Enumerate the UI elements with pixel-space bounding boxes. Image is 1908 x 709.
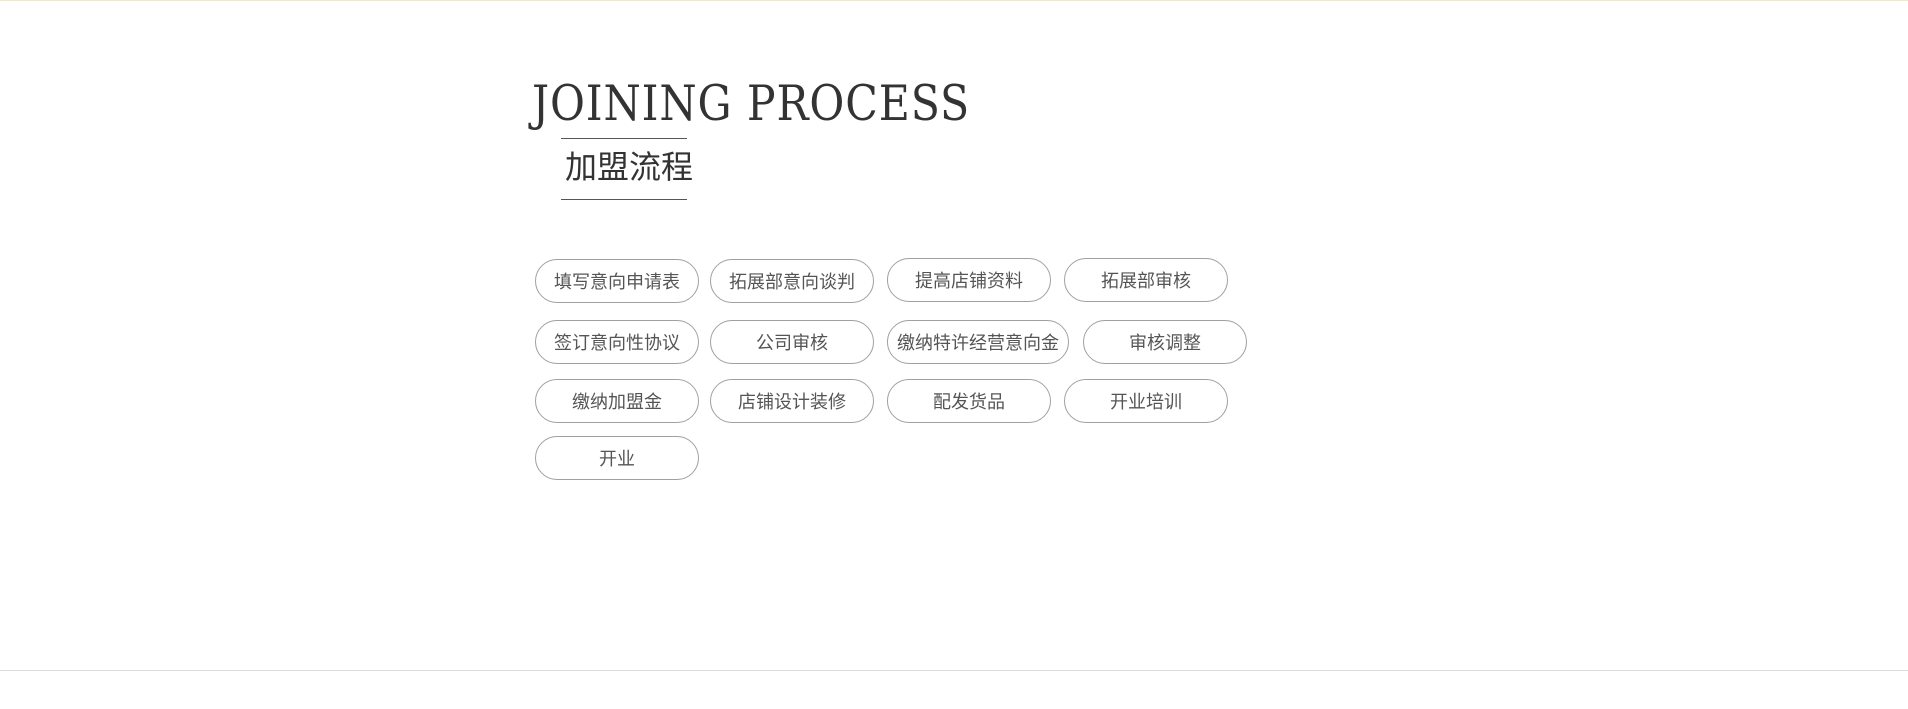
process-step-8[interactable]: 审核调整 <box>1083 320 1247 364</box>
section-title-cn-frame: 加盟流程 <box>561 138 693 200</box>
process-step-3[interactable]: 提高店铺资料 <box>887 258 1051 302</box>
process-step-9[interactable]: 缴纳加盟金 <box>535 379 699 423</box>
process-step-2[interactable]: 拓展部意向谈判 <box>710 259 874 303</box>
section-title-cn: 加盟流程 <box>565 148 694 186</box>
process-step-12[interactable]: 开业培训 <box>1064 379 1228 423</box>
process-step-5[interactable]: 签订意向性协议 <box>535 320 699 364</box>
process-step-11[interactable]: 配发货品 <box>887 379 1051 423</box>
process-step-10[interactable]: 店铺设计装修 <box>710 379 874 423</box>
process-step-13[interactable]: 开业 <box>535 436 699 480</box>
bottom-divider <box>0 670 1908 671</box>
top-divider <box>0 0 1908 1</box>
process-step-1[interactable]: 填写意向申请表 <box>535 259 699 303</box>
section-title-en: JOINING PROCESS <box>532 75 971 132</box>
joining-process-section: JOINING PROCESS 加盟流程 填写意向申请表 拓展部意向谈判 提高店… <box>0 0 1908 709</box>
process-step-4[interactable]: 拓展部审核 <box>1064 258 1228 302</box>
process-step-6[interactable]: 公司审核 <box>710 320 874 364</box>
process-step-7[interactable]: 缴纳特许经营意向金 <box>887 320 1069 364</box>
